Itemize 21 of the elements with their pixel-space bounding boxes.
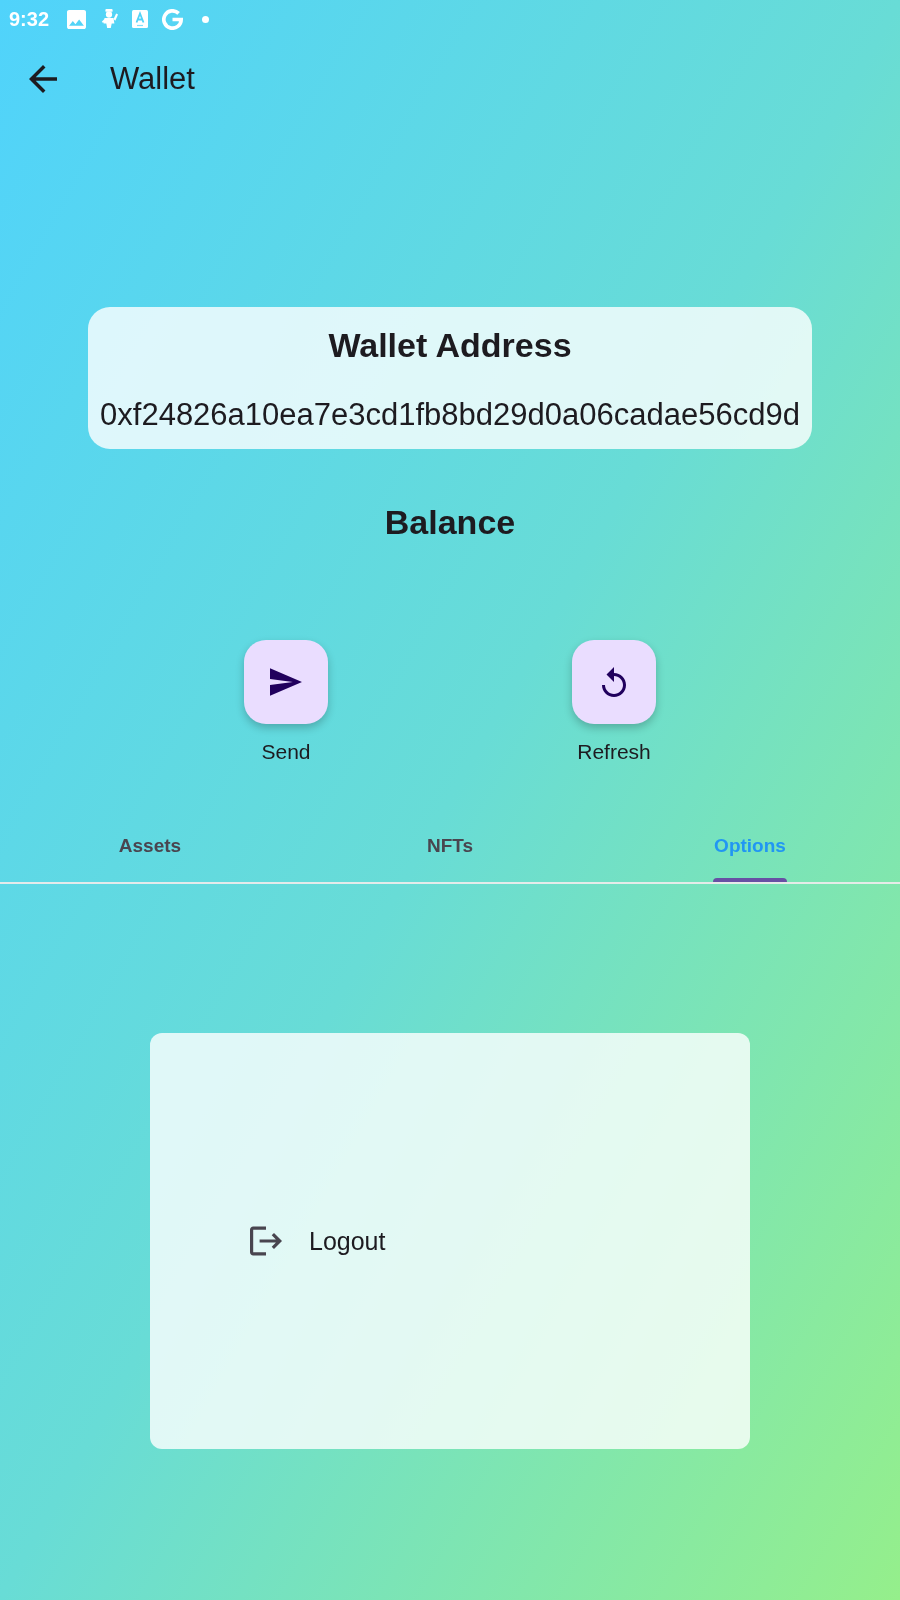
card-title: Wallet Address: [328, 325, 572, 365]
letter-tile-icon: [132, 10, 149, 28]
wallet-address: 0xf24826a10ea7e3cd1fb8bd29d0a06cadae56cd9d: [100, 397, 800, 433]
logout-icon: [250, 1225, 282, 1257]
tab[interactable]: NFTs: [300, 810, 600, 882]
balance-heading: Balance: [384, 502, 516, 542]
logout-item[interactable]: Logout: [234, 1213, 402, 1269]
page-title: Wallet: [110, 60, 195, 98]
back-arrow-icon: [29, 65, 57, 93]
action-label: Send: [261, 740, 311, 764]
dot-icon: [202, 15, 210, 23]
status-time: 9:32: [9, 7, 50, 31]
image-icon: [67, 9, 87, 29]
g-icon: [162, 8, 184, 30]
figure-icon: [100, 9, 119, 29]
tab[interactable]: Assets: [0, 810, 300, 882]
action-label: Refresh: [577, 740, 651, 764]
send-icon: [270, 666, 302, 698]
send-button[interactable]: [244, 640, 328, 724]
refresh-button[interactable]: [572, 640, 656, 724]
refresh-icon: [602, 667, 626, 697]
